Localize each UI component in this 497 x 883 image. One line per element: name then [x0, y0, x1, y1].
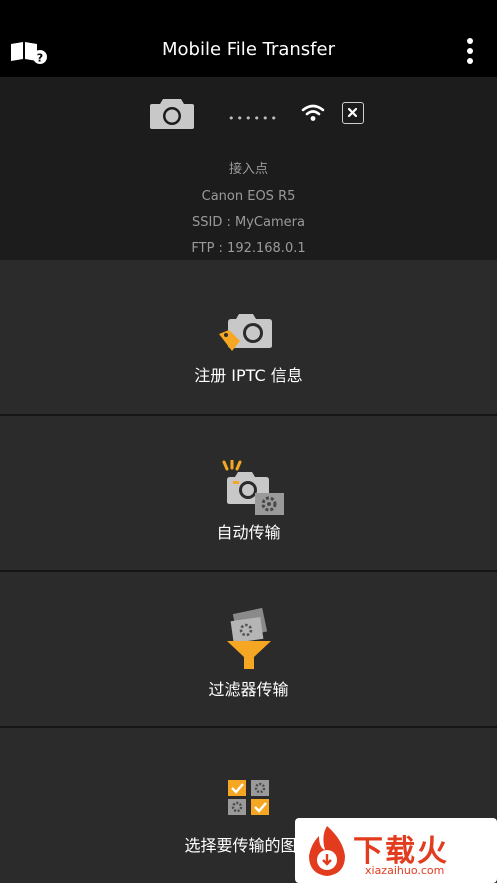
- watermark-url: xiazaihuo.com: [365, 864, 445, 877]
- menu-item-label: 自动传输: [216, 523, 281, 542]
- menu-item-label: 注册 IPTC 信息: [194, 366, 303, 385]
- select-images-icon: [228, 780, 269, 815]
- camera-tag-icon: [219, 314, 272, 351]
- camera-icon: [150, 99, 194, 129]
- connection-status-panel: •••••• 接入点 Canon EOS R5 SSID : MyCamera …: [0, 77, 497, 260]
- disconnect-button[interactable]: [342, 102, 364, 124]
- more-vertical-icon: [467, 38, 473, 64]
- ssid-text: SSID : MyCamera: [192, 215, 305, 230]
- connection-dots: ••••••: [228, 112, 279, 125]
- flame-logo-icon: [309, 826, 345, 876]
- camera-model: Canon EOS R5: [201, 189, 296, 204]
- page-title: Mobile File Transfer: [162, 39, 335, 60]
- access-point-label: 接入点: [228, 162, 268, 177]
- wifi-icon: [301, 104, 325, 121]
- menu-item-auto-transfer[interactable]: 自动传输: [0, 416, 497, 571]
- watermark-logo: 下载火 xiazaihuo.com: [295, 818, 497, 883]
- menu-item-iptc[interactable]: 注册 IPTC 信息: [0, 260, 497, 415]
- more-menu-button[interactable]: [459, 37, 481, 67]
- filter-funnel-icon: [227, 607, 271, 669]
- ftp-text: FTP : 192.168.0.1: [191, 241, 306, 256]
- menu-item-filter-transfer[interactable]: 过滤器传输: [0, 572, 497, 727]
- menu-item-label: 过滤器传输: [208, 680, 289, 699]
- close-icon: [347, 107, 358, 118]
- camera-auto-gear-icon: [222, 460, 284, 515]
- app-header: ? Mobile File Transfer: [0, 0, 497, 77]
